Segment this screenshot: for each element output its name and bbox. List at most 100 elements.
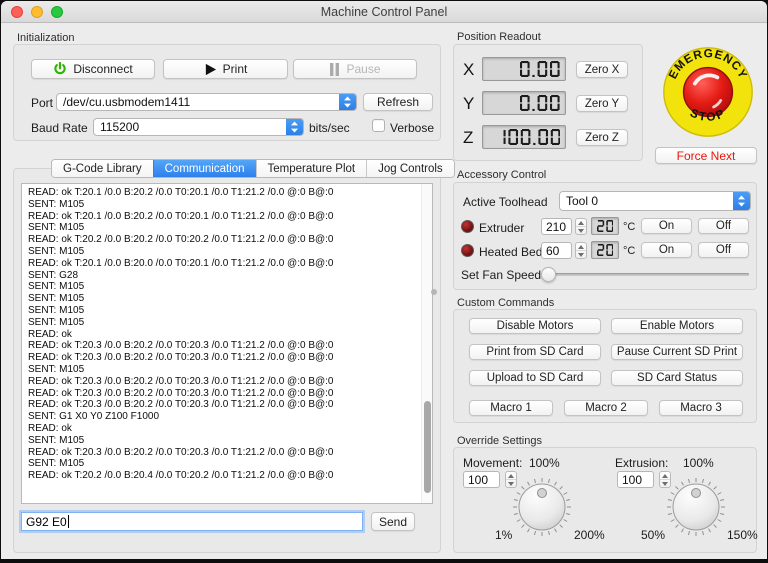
baud-rate-dropdown[interactable]: 115200	[93, 118, 304, 136]
log-line: READ: ok T:20.1 /0.0 B:20.2 /0.0 T0:20.1…	[28, 187, 418, 199]
log-line: READ: ok T:20.3 /0.0 B:20.2 /0.0 T0:20.3…	[28, 340, 418, 352]
fan-speed-slider-thumb[interactable]	[541, 267, 556, 282]
log-line: READ: ok T:20.3 /0.0 B:20.2 /0.0 T0:20.3…	[28, 399, 418, 411]
log-line: READ: ok T:20.2 /0.0 B:20.2 /0.0 T0:20.2…	[28, 234, 418, 246]
sd-card-status-label: SD Card Status	[637, 372, 717, 384]
z-axis-label: Z	[463, 128, 473, 148]
sd-card-status-button[interactable]: SD Card Status	[611, 370, 743, 386]
emergency-stop-button[interactable]: EMERGENCY STOP	[661, 45, 755, 139]
pause-sd-print-label: Pause Current SD Print	[617, 346, 737, 358]
tab-gcode-library[interactable]: G-Code Library	[52, 160, 153, 177]
log-line: READ: ok T:20.3 /0.0 B:20.2 /0.0 T0:20.3…	[28, 352, 418, 364]
movement-current-pct: 100%	[529, 456, 560, 470]
macro-2-label: Macro 2	[585, 402, 627, 414]
log-scrollbar-thumb[interactable]	[424, 401, 431, 494]
port-label: Port	[31, 96, 53, 110]
verbose-label: Verbose	[390, 121, 434, 135]
disable-motors-button[interactable]: Disable Motors	[469, 318, 601, 334]
print-label: Print	[223, 62, 248, 76]
log-line: SENT: G28	[28, 270, 418, 282]
heated-bed-on-button[interactable]: On	[641, 242, 692, 258]
log-line: SENT: M105	[28, 293, 418, 305]
force-next-label: Force Next	[677, 149, 736, 163]
machine-control-panel-window: Machine Control Panel Initialization Dis…	[1, 1, 767, 559]
macro-2-button[interactable]: Macro 2	[564, 400, 648, 416]
log-line: SENT: M105	[28, 458, 418, 470]
log-line: READ: ok T:20.3 /0.0 B:20.2 /0.0 T0:20.3…	[28, 388, 418, 400]
macro-1-button[interactable]: Macro 1	[469, 400, 553, 416]
log-line: SENT: M105	[28, 364, 418, 376]
extruder-current-temp-display	[591, 217, 619, 235]
active-toolhead-dropdown[interactable]: Tool 0	[559, 191, 751, 211]
movement-max-label: 200%	[574, 528, 605, 542]
extruder-setpoint-stepper[interactable]	[575, 218, 587, 235]
extruder-setpoint-field[interactable]: 210	[541, 218, 572, 235]
zero-y-button[interactable]: Zero Y	[576, 95, 628, 112]
stepper-down-icon	[578, 253, 584, 257]
splitter-handle[interactable]	[431, 289, 437, 295]
extruder-status-led	[461, 220, 474, 233]
pause-button[interactable]: Pause	[293, 59, 417, 79]
play-icon	[204, 63, 217, 76]
heated-bed-off-button[interactable]: Off	[698, 242, 749, 258]
stepper-up-icon	[578, 221, 584, 225]
macro-1-label: Macro 1	[490, 402, 532, 414]
heated-bed-setpoint-stepper[interactable]	[575, 242, 587, 259]
x-axis-label: X	[463, 60, 474, 80]
extruder-off-label: Off	[716, 220, 731, 232]
disconnect-button[interactable]: Disconnect	[31, 59, 155, 79]
stepper-down-icon	[578, 229, 584, 233]
print-button[interactable]: Print	[163, 59, 288, 79]
heated-bed-setpoint-field[interactable]: 60	[541, 242, 572, 259]
port-dropdown[interactable]: /dev/cu.usbmodem1411	[56, 93, 357, 111]
extrusion-knob[interactable]	[664, 474, 728, 538]
zero-z-button[interactable]: Zero Z	[576, 129, 628, 146]
x-position-display	[482, 57, 566, 81]
enable-motors-button[interactable]: Enable Motors	[611, 318, 743, 334]
log-scrollbar[interactable]	[421, 184, 432, 503]
log-line: READ: ok	[28, 329, 418, 341]
disable-motors-label: Disable Motors	[497, 320, 574, 332]
log-line: READ: ok T:20.2 /0.0 B:20.4 /0.0 T0:20.2…	[28, 470, 418, 482]
port-value: /dev/cu.usbmodem1411	[57, 95, 339, 109]
tab-temperature-plot[interactable]: Temperature Plot	[256, 160, 367, 177]
baud-unit-label: bits/sec	[309, 121, 350, 135]
tab-communication[interactable]: Communication	[153, 160, 256, 177]
position-readout-label: Position Readout	[457, 31, 541, 43]
macro-3-button[interactable]: Macro 3	[659, 400, 743, 416]
extrusion-current-pct: 100%	[683, 456, 714, 470]
send-button[interactable]: Send	[371, 512, 415, 531]
accessory-control-label: Accessory Control	[457, 169, 546, 181]
extrusion-value-field[interactable]: 100	[617, 471, 654, 488]
force-next-button[interactable]: Force Next	[655, 147, 757, 164]
dropdown-arrows-icon	[733, 192, 750, 210]
log-line: SENT: M105	[28, 317, 418, 329]
extruder-on-button[interactable]: On	[641, 218, 692, 234]
fan-speed-slider[interactable]	[543, 273, 749, 276]
upload-to-sd-button[interactable]: Upload to SD Card	[469, 370, 601, 386]
gcode-command-input[interactable]: G92 E0	[21, 512, 363, 531]
heated-bed-unit-label: °C	[623, 245, 635, 257]
extruder-label: Extruder	[479, 221, 524, 235]
baud-rate-label: Baud Rate	[31, 121, 88, 135]
extruder-off-button[interactable]: Off	[698, 218, 749, 234]
initialization-label: Initialization	[17, 32, 74, 44]
refresh-button[interactable]: Refresh	[363, 93, 433, 111]
print-from-sd-button[interactable]: Print from SD Card	[469, 344, 601, 360]
movement-value-field[interactable]: 100	[463, 471, 500, 488]
active-toolhead-label: Active Toolhead	[463, 195, 548, 209]
disconnect-label: Disconnect	[73, 62, 132, 76]
extruder-unit-label: °C	[623, 221, 635, 233]
zero-x-button[interactable]: Zero X	[576, 61, 628, 78]
communication-log[interactable]: READ: ok T:20.1 /0.0 B:20.2 /0.0 T0:20.1…	[21, 183, 433, 504]
heated-bed-label: Heated Bed	[479, 245, 542, 259]
heated-bed-off-label: Off	[716, 244, 731, 256]
verbose-checkbox[interactable]	[372, 119, 385, 132]
pause-sd-print-button[interactable]: Pause Current SD Print	[611, 344, 743, 360]
heated-bed-current-temp-display	[591, 241, 619, 259]
movement-knob[interactable]	[510, 474, 574, 538]
custom-commands-label: Custom Commands	[457, 297, 554, 309]
tab-jog-controls[interactable]: Jog Controls	[366, 160, 454, 177]
log-line: SENT: M105	[28, 435, 418, 447]
extrusion-max-label: 150%	[727, 528, 758, 542]
